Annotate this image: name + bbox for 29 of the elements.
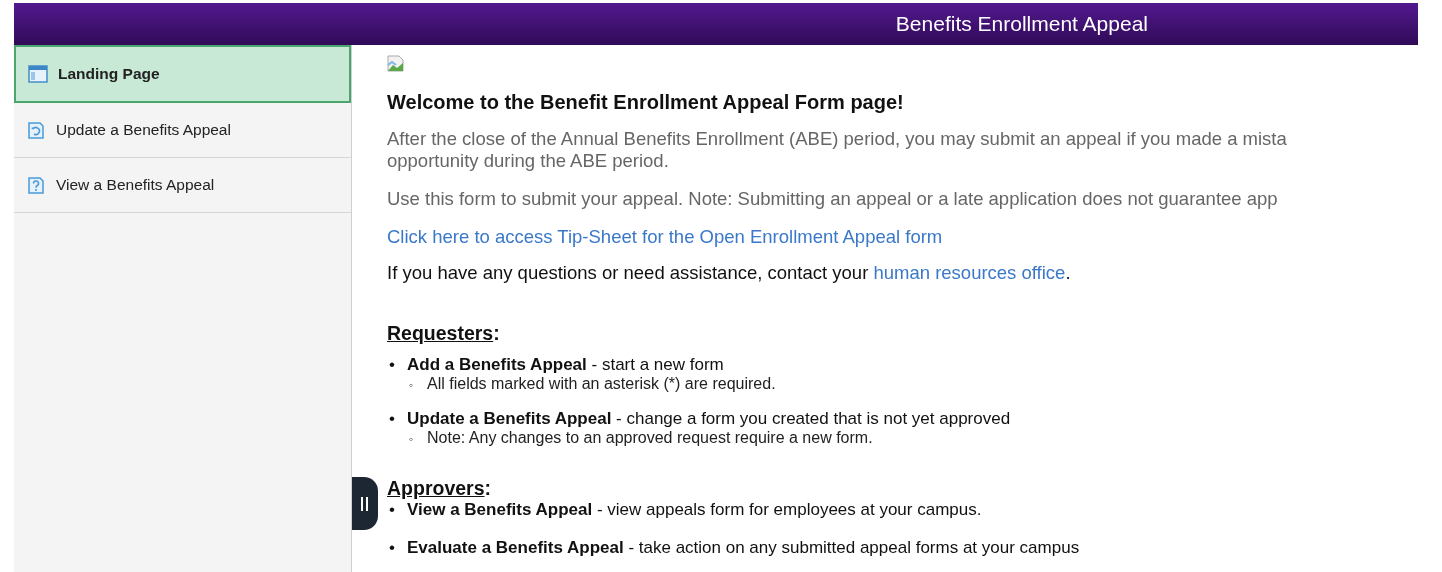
sidebar-item[interactable]: Landing Page [14, 45, 351, 103]
refresh-document-icon [26, 120, 46, 140]
list-item-text: Evaluate a Benefits Appeal - take action on any submitted appeal forms at your campus [407, 538, 1080, 558]
help-document-icon [26, 175, 46, 195]
bullet: • [388, 355, 396, 375]
bullet: • [388, 409, 396, 429]
sidebar-item[interactable]: View a Benefits Appeal [14, 158, 351, 213]
list-item-text: View a Benefits Appeal - view appeals form for employees at your campus. [407, 500, 982, 520]
broken-image-icon [387, 55, 404, 72]
bullet: ◦ [408, 432, 415, 446]
layout-icon [28, 64, 48, 84]
contact-text: If you have any questions or need assistance, contact your human resources office. [387, 262, 1072, 284]
note-text: All fields marked with an asterisk (*) are required. [427, 375, 776, 393]
hr-office-link[interactable]: human resources office [873, 262, 1066, 283]
page-title: Benefits Enrollment Appeal [895, 12, 1148, 36]
welcome-heading: Welcome to the Benefit Enrollment Appeal Form page! [387, 91, 905, 114]
note-text: Note: Any changes to an approved request require a new form. [427, 429, 873, 447]
bullet: • [388, 538, 396, 558]
bullet: ◦ [408, 378, 415, 392]
bullet: • [388, 500, 396, 520]
sidebar-item[interactable]: Update a Benefits Appeal [14, 103, 351, 158]
section-heading: Approvers: [387, 477, 493, 500]
collapse-handle[interactable] [352, 477, 378, 530]
section-heading: Requesters: [387, 322, 501, 345]
tip-sheet-link[interactable]: Click here to access Tip-Sheet for the Open Enrollment Appeal form [387, 226, 943, 248]
note-paragraph: Use this form to submit your appeal. Note: Submitting an appeal or a late application does not guarantee app [387, 188, 1279, 210]
intro-paragraph: After the close of the Annual Benefits Enrollment (ABE) period, you may submit an appeal if you made a mista opportunity during the ABE period. [387, 128, 1288, 172]
list-item-text: Update a Benefits Appeal - change a form you created that is not yet approved [407, 409, 1011, 429]
list-item-text: Add a Benefits Appeal - start a new form [407, 355, 724, 375]
